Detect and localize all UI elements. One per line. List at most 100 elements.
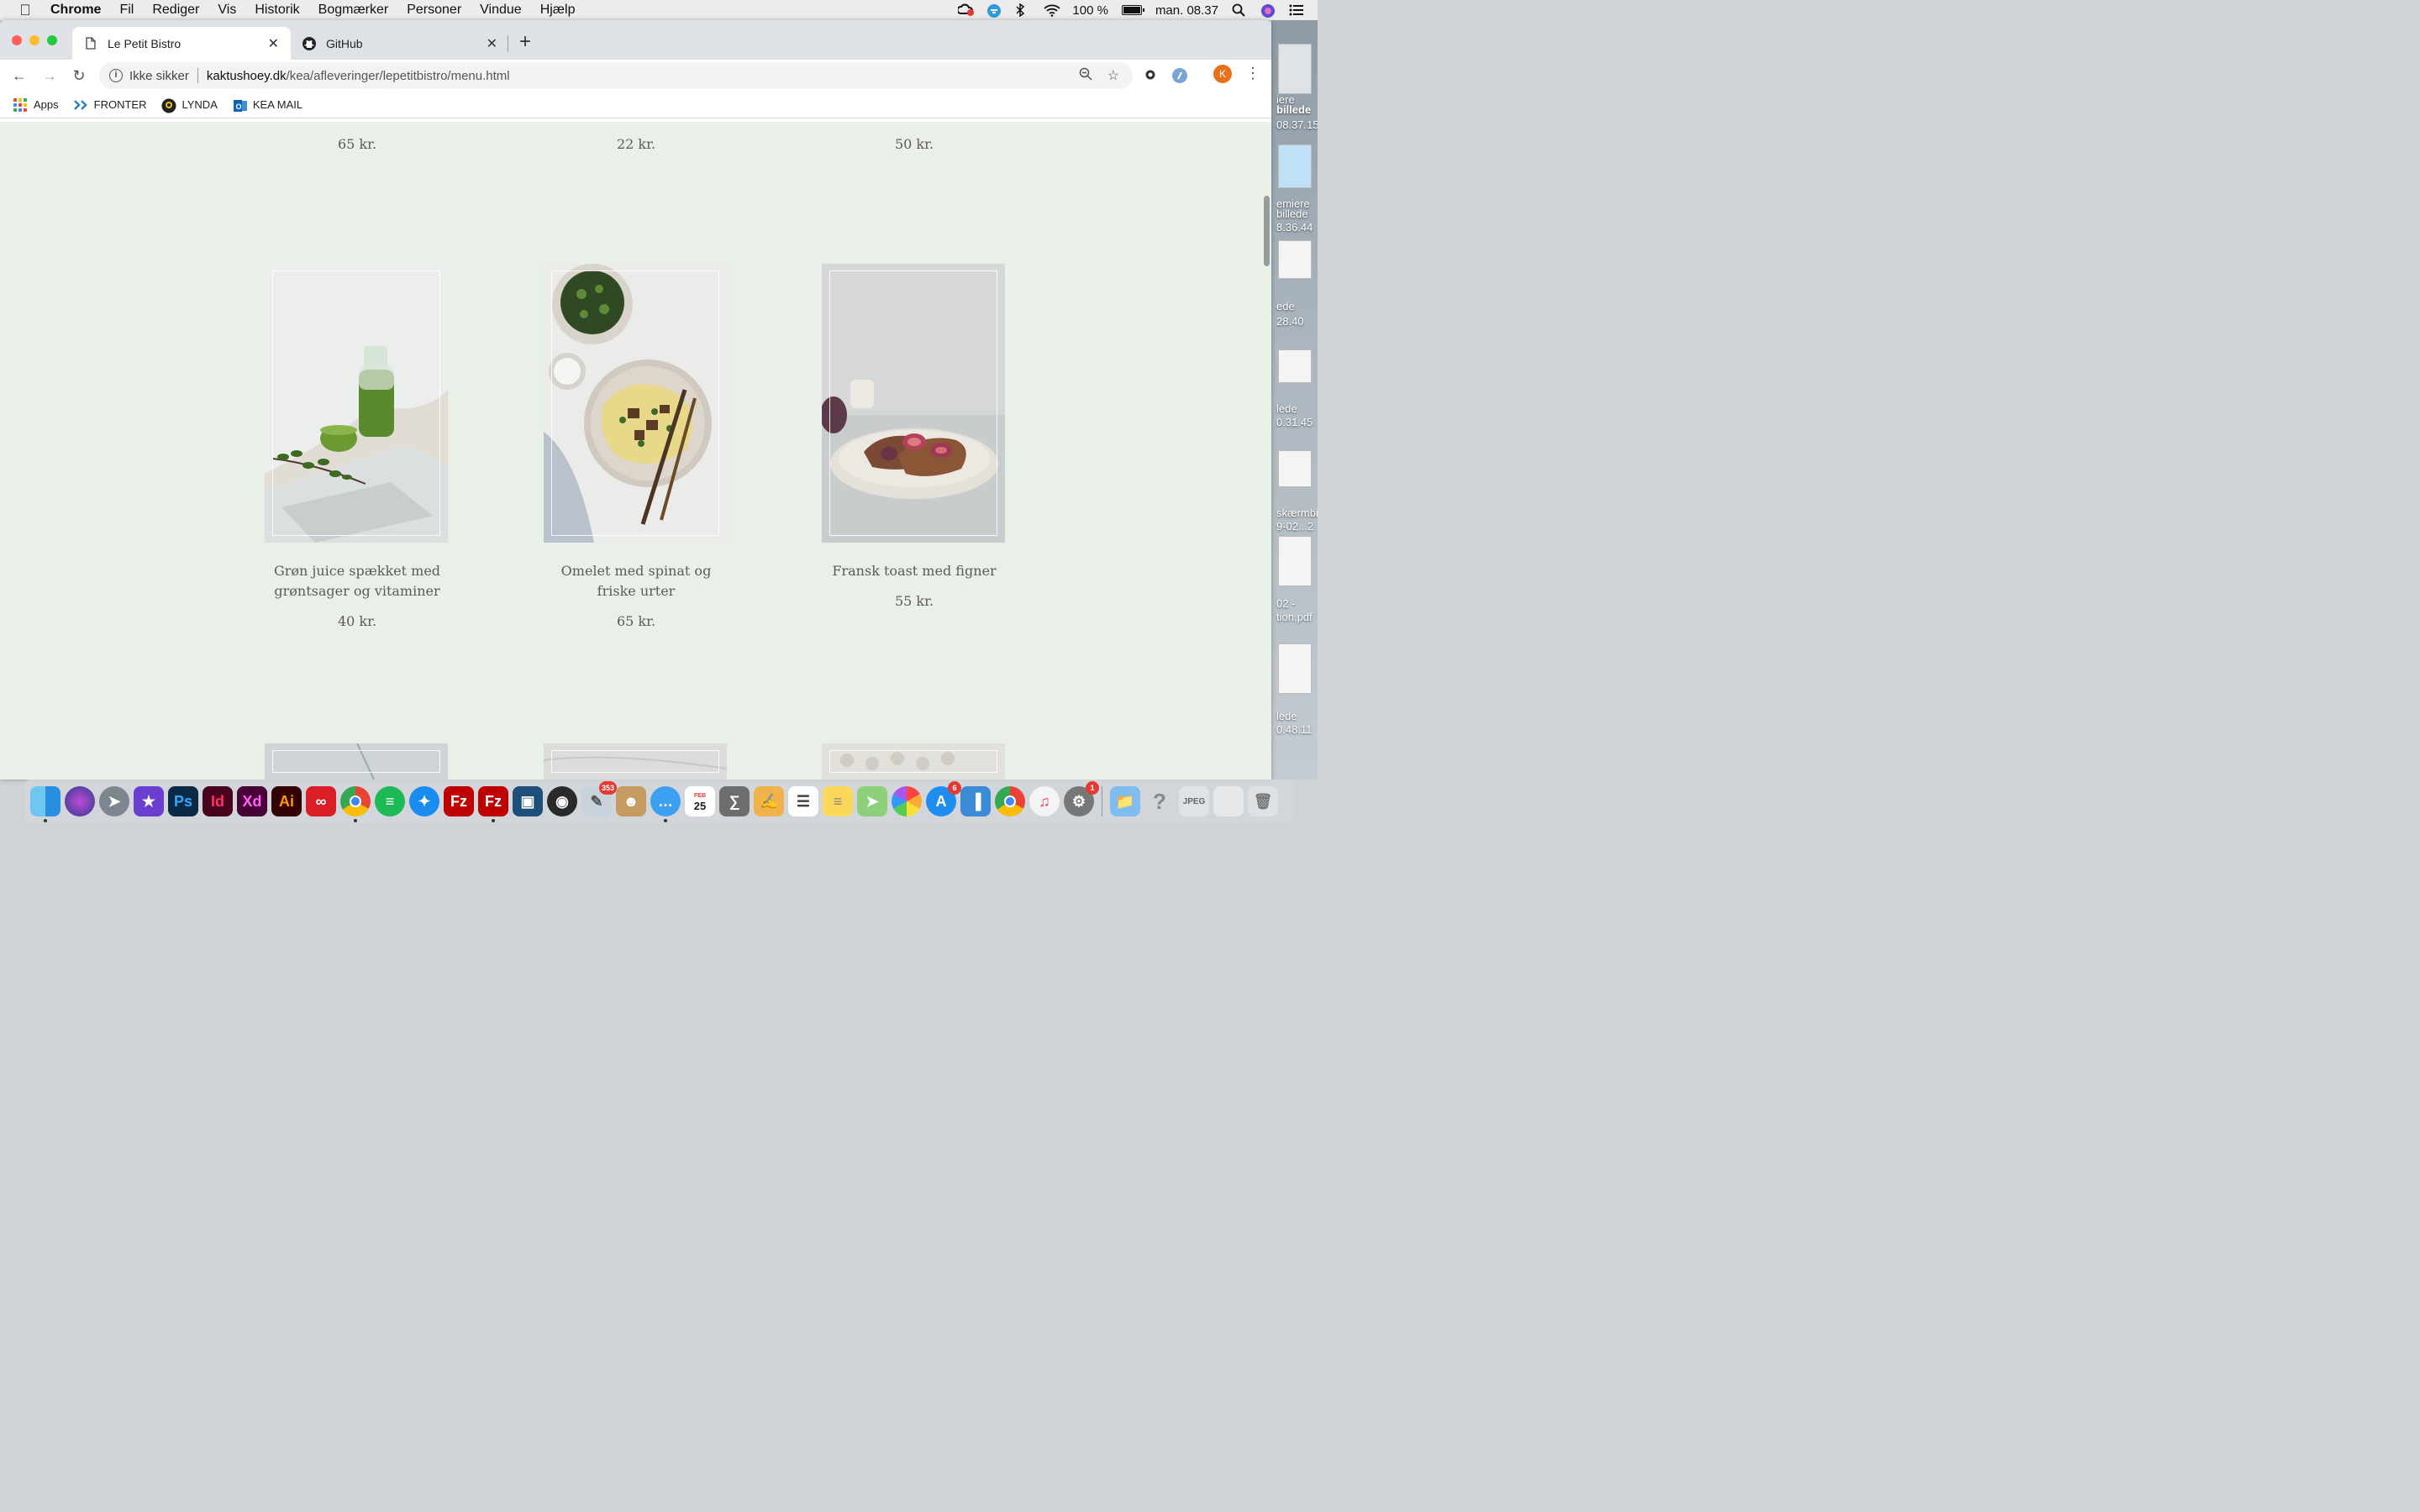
desktop-file-thumbnail[interactable] <box>1278 349 1312 383</box>
desktop-file-thumbnail[interactable] <box>1278 450 1312 487</box>
spotify-icon[interactable]: ≡ <box>375 786 405 816</box>
close-tab-icon[interactable]: ✕ <box>268 35 279 52</box>
desktop-file-thumbnail[interactable] <box>1278 643 1312 694</box>
bookmark-lynda[interactable]: LYNDA <box>161 98 218 113</box>
filezilla-icon[interactable]: Fz <box>478 786 508 822</box>
back-arrow-icon[interactable]: ← <box>10 66 29 85</box>
menu-item-photo-partial[interactable] <box>265 743 448 780</box>
photos-flower-icon[interactable] <box>892 786 922 816</box>
bluetooth-icon[interactable] <box>1015 3 1030 18</box>
photoshop-icon[interactable]: Ps <box>168 786 198 816</box>
finder-icon[interactable] <box>30 786 60 822</box>
calendar-icon[interactable]: FEB 25 <box>685 786 715 816</box>
itunes-music-icon[interactable]: ♫ <box>1029 786 1060 816</box>
folder-icon[interactable]: 📁 <box>1110 786 1140 816</box>
app-store-icon[interactable]: A6 <box>926 781 961 816</box>
maps-icon[interactable]: ➤ <box>857 786 887 816</box>
menu-vindue[interactable]: Vindue <box>480 3 522 18</box>
bookmark-kea-mail[interactable]: O KEA MAIL <box>233 98 302 112</box>
page-scrollbar[interactable] <box>1264 196 1270 266</box>
creative-cloud-app-icon[interactable]: ∞ <box>306 786 336 816</box>
calculator-icon[interactable]: ∑ <box>719 786 750 816</box>
green-juice-photo[interactable] <box>265 264 448 543</box>
creative-cloud-icon[interactable] <box>956 3 975 17</box>
downloads-stack-icon[interactable] <box>1213 786 1244 816</box>
vpn-icon[interactable] <box>986 3 1002 18</box>
indesign-icon[interactable]: Id <box>203 786 233 816</box>
bookmark-star-icon[interactable]: ☆ <box>1107 67 1119 85</box>
menu-item-photo-partial[interactable] <box>822 743 1005 780</box>
safari-compass-icon[interactable]: ✦ <box>409 786 439 816</box>
menu-historik[interactable]: Historik <box>255 3 299 18</box>
minimize-window-button[interactable] <box>29 35 39 45</box>
siri-icon[interactable] <box>65 786 95 816</box>
site-info-icon[interactable]: i <box>109 69 123 82</box>
imovie-star-icon[interactable]: ★ <box>134 786 164 816</box>
french-toast-photo[interactable] <box>822 264 1005 543</box>
obs-icon[interactable]: ◉ <box>547 786 577 816</box>
contacts-icon[interactable]: ☻ <box>616 786 646 816</box>
forward-arrow-icon[interactable]: → <box>40 66 59 85</box>
reload-icon[interactable]: ↻ <box>70 66 88 85</box>
extension-icon[interactable] <box>1171 67 1188 84</box>
menu-rediger[interactable]: Rediger <box>152 3 199 18</box>
adobe-xd-icon[interactable]: Xd <box>237 786 267 816</box>
desktop-file-thumbnail[interactable] <box>1278 144 1312 188</box>
menu-fil[interactable]: Fil <box>119 3 134 18</box>
trash-icon[interactable]: 🗑 <box>1248 786 1278 816</box>
pages-pen-icon[interactable]: ✍ <box>754 786 784 816</box>
reminders-icon[interactable]: ☰ <box>788 786 818 816</box>
close-tab-icon[interactable]: ✕ <box>487 35 497 52</box>
remote-desktop-icon[interactable]: ▣ <box>513 786 543 816</box>
url-host[interactable]: kaktushoey.dk <box>207 69 287 83</box>
security-label[interactable]: Ikke sikker <box>129 69 189 83</box>
battery-icon[interactable] <box>1121 5 1144 15</box>
zoom-icon[interactable] <box>1079 67 1092 85</box>
system-preferences-gear-icon[interactable]: ⚙ 1 <box>1064 781 1099 816</box>
address-bar[interactable]: i Ikke sikker kaktushoey.dk /kea/aflever… <box>99 62 1133 89</box>
menu-item-photo-partial[interactable] <box>544 743 727 780</box>
question-mark-icon[interactable]: ? <box>1144 786 1175 816</box>
desktop-file-thumbnail[interactable] <box>1278 44 1312 94</box>
launchpad-rocket-icon[interactable]: ➤ <box>99 786 129 816</box>
chrome-icon[interactable] <box>995 786 1025 816</box>
menu-vis[interactable]: Vis <box>218 3 236 18</box>
extension-icon[interactable] <box>1143 67 1160 84</box>
maximize-window-button[interactable] <box>47 35 57 45</box>
apple-menu-icon[interactable]:  <box>0 2 50 19</box>
item-price: 22 kr. <box>616 136 656 152</box>
desktop-file-thumbnail[interactable] <box>1278 240 1312 279</box>
menu-item-card[interactable]: Omelet med spinat og friske urter 65 kr. <box>544 264 729 629</box>
new-tab-button[interactable]: + <box>519 30 531 54</box>
menu-personer[interactable]: Personer <box>407 3 461 18</box>
filezilla-icon[interactable]: Fz <box>444 786 474 816</box>
siri-icon[interactable] <box>1260 3 1276 18</box>
notes-icon[interactable]: ≡ <box>823 786 853 816</box>
keynote-icon[interactable]: ▐ <box>960 786 991 816</box>
bookmark-fronter[interactable]: FRONTER <box>73 98 146 112</box>
illustrator-icon[interactable]: Ai <box>271 786 302 816</box>
chrome-icon[interactable] <box>340 786 371 822</box>
close-window-button[interactable] <box>12 35 22 45</box>
photo-frame <box>551 270 719 536</box>
bookmark-apps[interactable]: Apps <box>13 97 59 112</box>
wifi-icon[interactable] <box>1044 3 1061 17</box>
menu-app-name[interactable]: Chrome <box>50 3 101 18</box>
jpeg-file-icon[interactable]: JPEG <box>1179 786 1209 816</box>
tab-le-petit-bistro[interactable]: Le Petit Bistro ✕ <box>72 27 291 60</box>
notification-center-icon[interactable] <box>1289 3 1304 17</box>
menubar-clock[interactable]: man. 08.37 <box>1155 3 1218 18</box>
spotlight-search-icon[interactable] <box>1232 3 1247 17</box>
menu-hjaelp[interactable]: Hjælp <box>540 3 576 18</box>
menu-item-card[interactable]: Grøn juice spækket med grøntsager og vit… <box>265 264 450 629</box>
chrome-menu-icon[interactable]: ⋮ <box>1245 65 1260 82</box>
desktop-file-thumbnail[interactable] <box>1278 536 1312 586</box>
profile-avatar[interactable]: K <box>1213 65 1232 83</box>
messages-bubble-icon[interactable]: … <box>650 786 681 822</box>
menu-bogmaerker[interactable]: Bogmærker <box>318 3 389 18</box>
tab-github[interactable]: GitHub ✕ <box>291 27 509 60</box>
menu-item-card[interactable]: Fransk toast med figner 55 kr. <box>822 264 1007 609</box>
omelet-photo[interactable] <box>544 264 727 543</box>
url-path[interactable]: /kea/afleveringer/lepetitbistro/menu.htm… <box>287 69 510 83</box>
preview-icon[interactable]: ✎ 353 <box>581 781 617 816</box>
